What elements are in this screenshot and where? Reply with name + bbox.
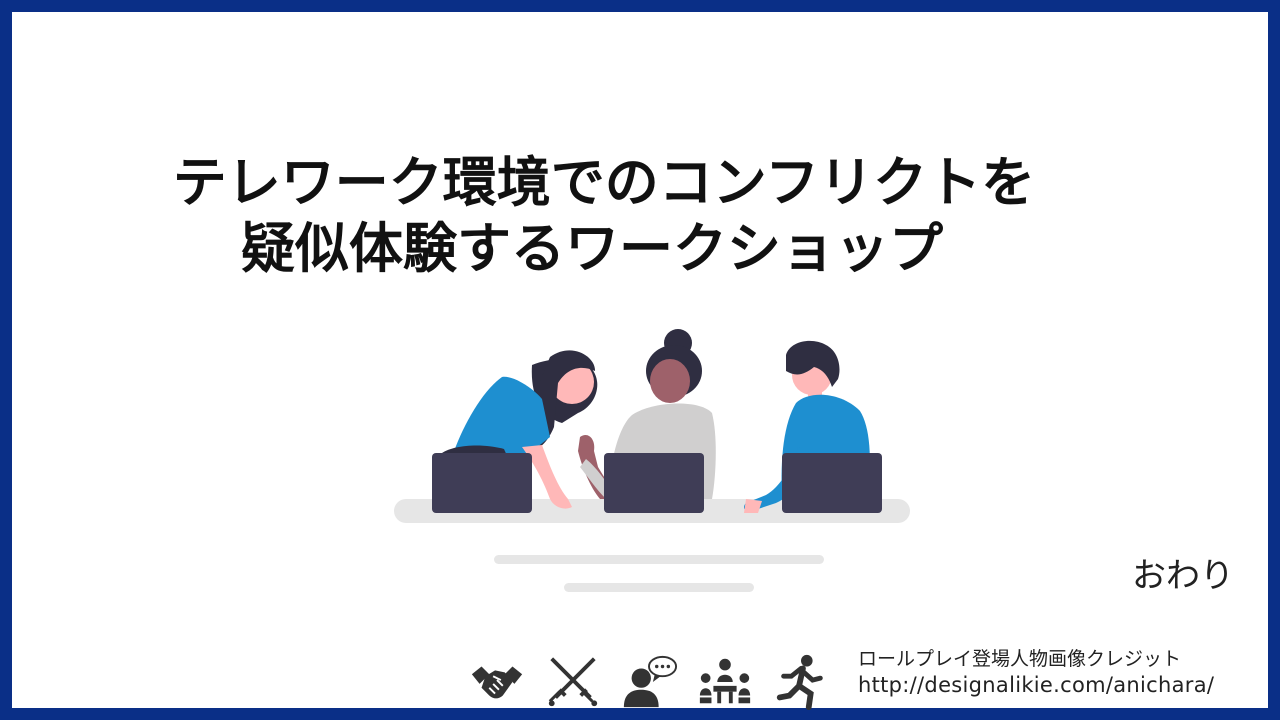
title-line-2: 疑似体験するワークショップ <box>241 217 943 280</box>
crossed-swords-icon <box>548 657 598 707</box>
credit-heading: ロールプレイ登場人物画像クレジット <box>858 648 1182 670</box>
laptop-center <box>604 453 704 513</box>
image-credit: ロールプレイ登場人物画像クレジット http://designalikie.co… <box>858 646 1214 698</box>
handshake-icon <box>471 666 523 699</box>
person-speech-icon <box>623 655 678 708</box>
icon-row <box>468 652 830 712</box>
team-illustration <box>394 329 910 592</box>
running-person-icon <box>776 654 823 711</box>
table-line-1 <box>494 555 824 564</box>
laptop-right <box>782 453 882 513</box>
laptop-left <box>432 453 532 513</box>
ending-label: おわり <box>1132 556 1234 596</box>
table-line-2 <box>564 583 754 592</box>
slide-title: テレワーク環境でのコンフリクトを 疑似体験するワークショップ <box>24 150 1280 282</box>
slide-frame: テレワーク環境でのコンフリクトを 疑似体験するワークショップ おわり ロールプレ… <box>0 0 1280 720</box>
title-line-1: テレワーク環境でのコンフリクトを <box>172 151 1036 214</box>
meeting-icon <box>699 658 751 704</box>
credit-url[interactable]: http://designalikie.com/anichara/ <box>858 672 1214 698</box>
